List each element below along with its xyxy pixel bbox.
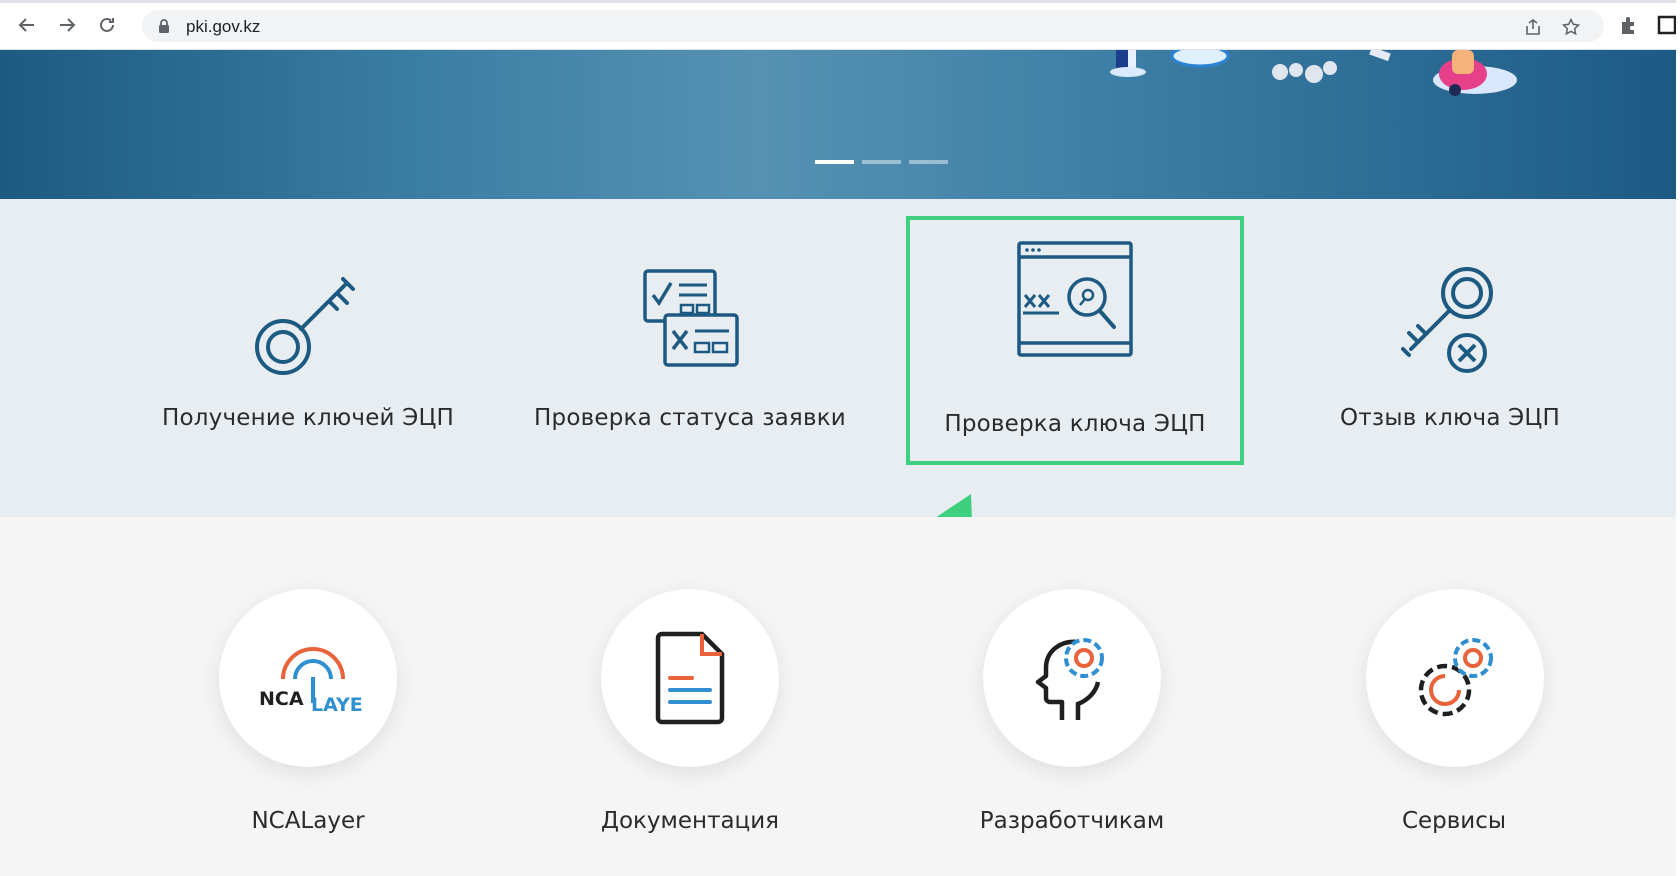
hero-banner	[0, 50, 1680, 199]
address-bar[interactable]: pki.gov.kz	[142, 10, 1604, 42]
resource-developers[interactable]	[983, 589, 1161, 767]
service-status-check[interactable]: Проверка статуса заявки	[510, 199, 870, 517]
key-revoke-icon	[1401, 267, 1493, 373]
reload-icon[interactable]	[94, 12, 120, 38]
share-icon[interactable]	[1524, 18, 1542, 36]
key-icon	[255, 277, 355, 375]
resource-ncalayer[interactable]: NCA LAYER	[219, 589, 397, 767]
window-icon[interactable]	[1656, 14, 1678, 36]
ncalayer-logo: NCA LAYER	[259, 647, 363, 716]
hero-illustration	[1110, 50, 1517, 96]
developer-head-gear-icon	[1035, 638, 1104, 720]
service-label: Проверка статуса заявки	[534, 405, 846, 431]
resource-documentation[interactable]	[601, 589, 779, 767]
resource-label[interactable]: NCALayer	[128, 808, 488, 834]
tab-strip-edge	[0, 0, 1680, 3]
resource-services[interactable]	[1366, 589, 1544, 767]
gears-icon	[1418, 638, 1493, 717]
resource-label[interactable]: Разработчикам	[892, 808, 1252, 834]
back-arrow-icon[interactable]	[14, 12, 40, 38]
ncalayer-logo-text-right: LAYER	[311, 694, 363, 716]
slider-dots	[815, 160, 948, 164]
resource-label[interactable]: Сервисы	[1274, 808, 1634, 834]
highlight-frame	[906, 216, 1244, 465]
document-icon	[655, 631, 725, 725]
forward-arrow-icon[interactable]	[54, 12, 80, 38]
services-section: Получение ключей ЭЦП Проверка статуса за…	[0, 199, 1680, 517]
slider-dot-3[interactable]	[909, 160, 948, 164]
service-get-keys[interactable]: Получение ключей ЭЦП	[128, 199, 488, 517]
slider-dot-2[interactable]	[862, 160, 901, 164]
page-edge	[1676, 0, 1680, 876]
resource-label[interactable]: Документация	[510, 808, 870, 834]
service-label: Отзыв ключа ЭЦП	[1340, 405, 1560, 431]
puzzle-icon[interactable]	[1618, 14, 1640, 36]
status-check-icon	[643, 269, 739, 367]
slider-dot-1[interactable]	[815, 160, 854, 164]
url-text[interactable]: pki.gov.kz	[186, 17, 260, 37]
service-label: Получение ключей ЭЦП	[161, 405, 455, 431]
service-key-revoke[interactable]: Отзыв ключа ЭЦП	[1270, 199, 1630, 517]
browser-toolbar: pki.gov.kz	[0, 0, 1680, 50]
star-icon[interactable]	[1562, 18, 1580, 36]
ncalayer-logo-text-left: NCA	[259, 688, 304, 710]
lock-icon[interactable]	[156, 18, 172, 34]
